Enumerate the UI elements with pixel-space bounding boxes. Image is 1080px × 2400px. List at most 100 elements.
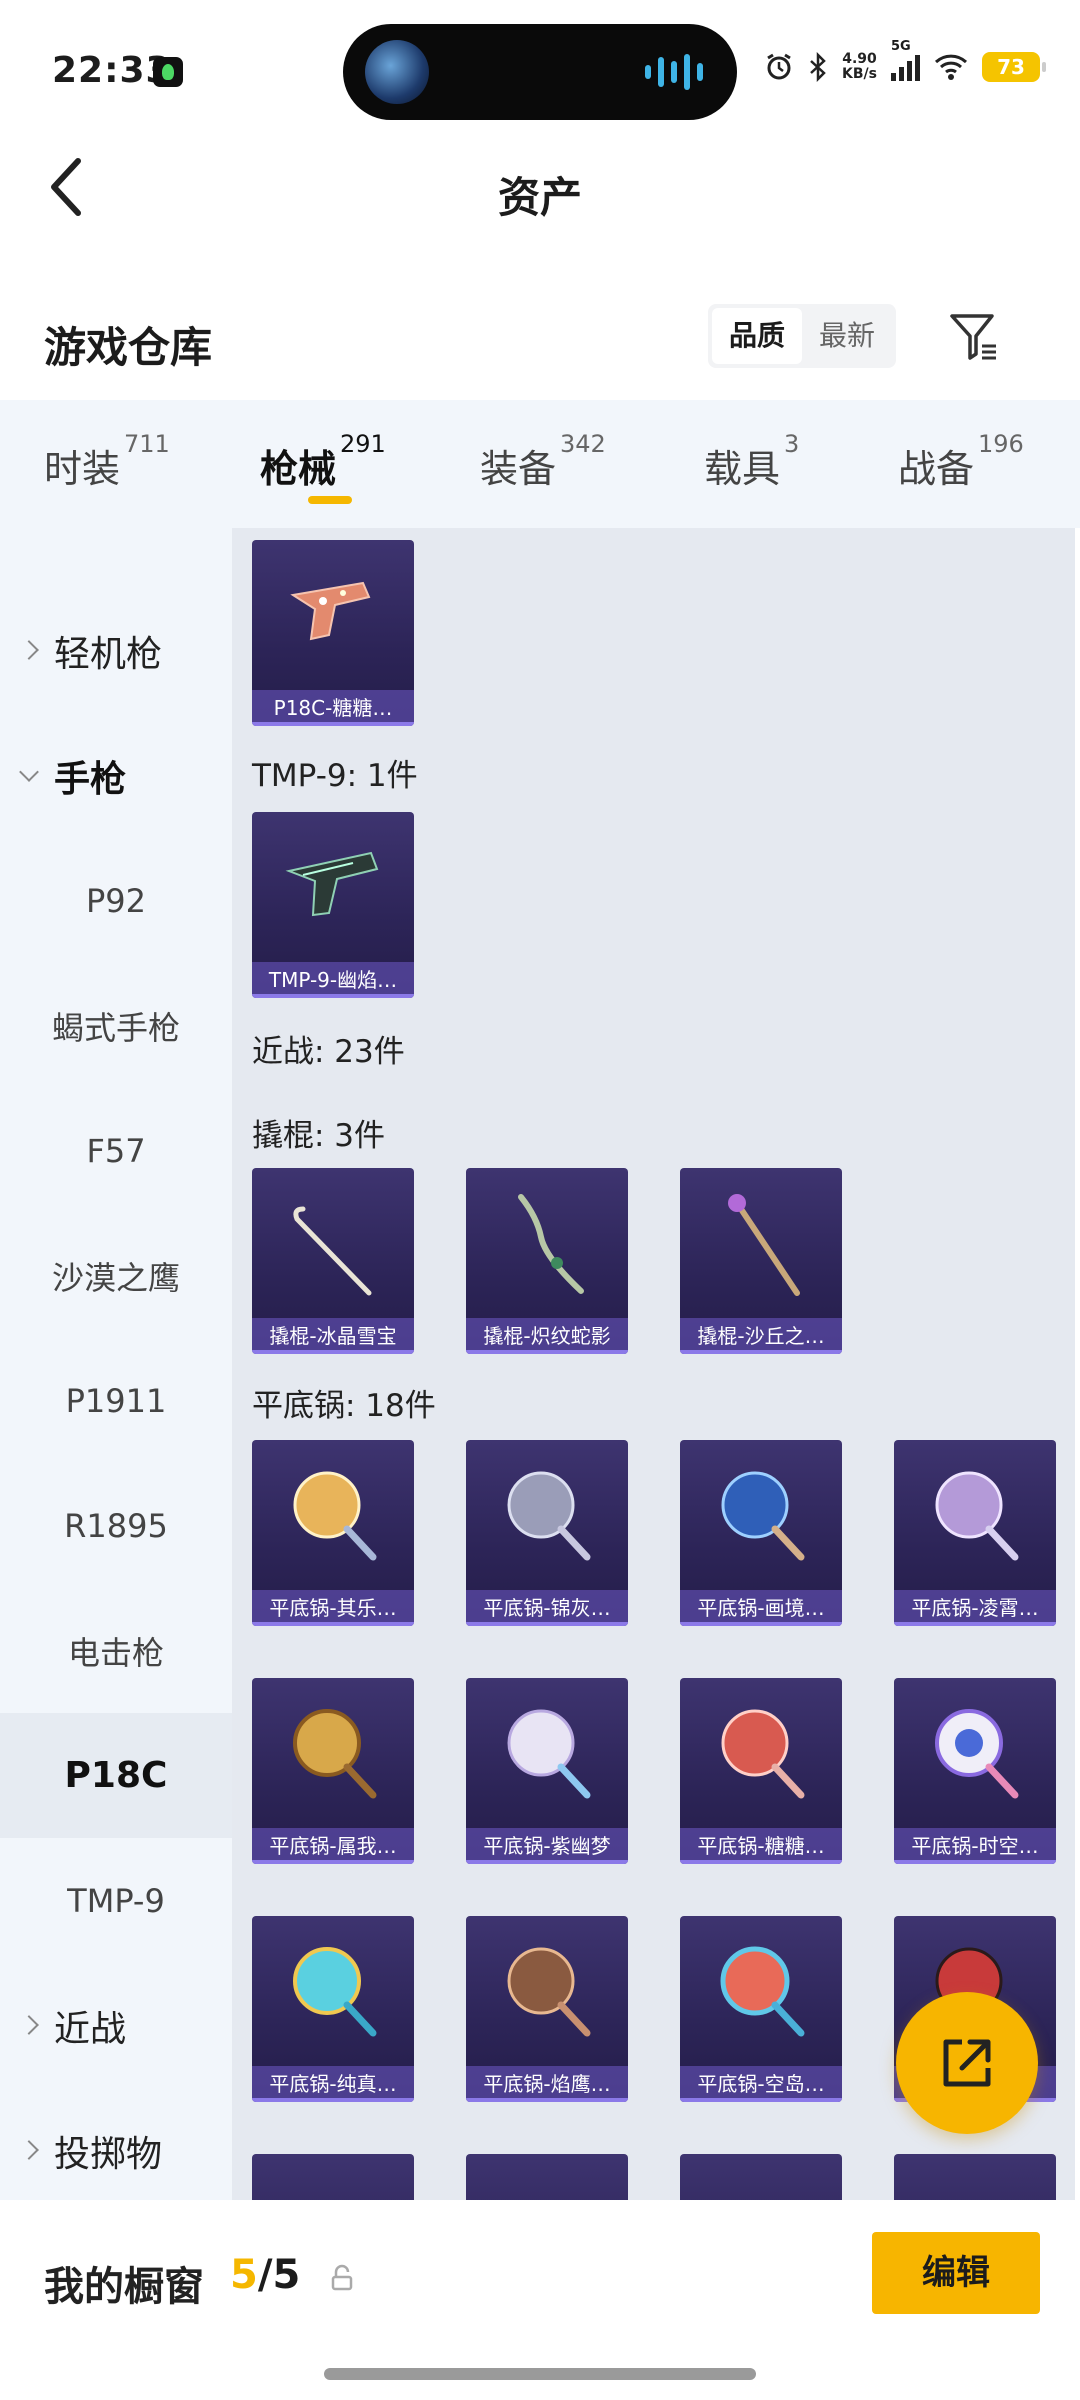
item-card[interactable]: [252, 2154, 414, 2200]
home-indicator[interactable]: [324, 2368, 756, 2380]
group-heading: 撬棍: 3件: [252, 1118, 386, 1154]
sidebar-item-tmp9[interactable]: TMP-9: [0, 1838, 232, 1963]
sidebar-item-p1911[interactable]: P1911: [0, 1338, 232, 1463]
item-card-label: P18C-糖糖…: [252, 690, 414, 726]
item-card-label: 平底锅-凌霄…: [894, 1590, 1056, 1626]
tab-fashion[interactable]: 时装711: [44, 400, 170, 493]
item-card-label: 平底锅-纯真…: [252, 2066, 414, 2102]
edit-button[interactable]: 编辑: [872, 2232, 1040, 2314]
item-card-label: 平底锅-紫幽梦: [466, 1828, 628, 1864]
item-card[interactable]: 撬棍-炽纹蛇影: [466, 1168, 628, 1354]
wifi-icon: [934, 54, 968, 80]
sidebar-item-melee[interactable]: 近战: [0, 1963, 232, 2088]
item-card-label: 平底锅-其乐…: [252, 1590, 414, 1626]
pan-skin-icon: [680, 1678, 842, 1828]
sidebar-item-p92[interactable]: P92: [0, 838, 232, 963]
item-card[interactable]: 平底锅-时空…: [894, 1678, 1056, 1864]
share-button[interactable]: [896, 1992, 1038, 2134]
signal-icon: 5G: [891, 39, 920, 81]
sort-by-quality[interactable]: 品质: [712, 308, 802, 364]
showcase-bar: 我的橱窗 5/5 编辑: [0, 2200, 1080, 2400]
music-app-icon: [153, 57, 183, 87]
item-card-label: 撬棍-炽纹蛇影: [466, 1318, 628, 1354]
showcase-count: 5/5: [230, 2252, 301, 2298]
dynamic-island[interactable]: [343, 24, 737, 120]
pan-skin-icon: [252, 1440, 414, 1590]
audio-wave-icon: [645, 54, 703, 90]
sidebar-item-deagle[interactable]: 沙漠之鹰: [0, 1213, 232, 1338]
sidebar-item-lmg[interactable]: 轻机枪: [0, 588, 232, 713]
battery-icon: 73: [982, 52, 1046, 82]
item-card[interactable]: 平底锅-属我…: [252, 1678, 414, 1864]
sidebar-item-p18c[interactable]: P18C: [0, 1713, 232, 1838]
item-card[interactable]: 平底锅-凌霄…: [894, 1440, 1056, 1626]
item-card-label: 平底锅-锦灰…: [466, 1590, 628, 1626]
bluetooth-icon: [810, 52, 826, 82]
pistol-skin-icon: [252, 540, 414, 690]
tab-supplies[interactable]: 战备196: [898, 400, 1024, 493]
item-card[interactable]: 撬棍-沙丘之…: [680, 1168, 842, 1354]
status-bar: 22:33 4.90 KB/s 5G 73: [0, 0, 1080, 140]
section-title: 游戏仓库: [44, 323, 213, 372]
sort-by-newest[interactable]: 最新: [802, 308, 892, 364]
category-tabs: 时装711 枪械291 装备342 载具3 战备196: [0, 400, 1080, 528]
tab-active-indicator: [308, 496, 352, 504]
page-title: 资产: [497, 173, 582, 222]
item-card-label: TMP-9-幽焰…: [252, 962, 414, 998]
pan-skin-icon: [466, 2154, 628, 2200]
pan-skin-icon: [252, 1678, 414, 1828]
showcase-label: 我的橱窗: [44, 2264, 204, 2310]
sort-toggle: 品质 最新: [708, 304, 896, 368]
pan-skin-icon: [894, 1440, 1056, 1590]
sidebar-item-f57[interactable]: F57: [0, 1088, 232, 1213]
tab-equipment[interactable]: 装备342: [480, 400, 606, 493]
item-card[interactable]: 撬棍-冰晶雪宝: [252, 1168, 414, 1354]
item-card[interactable]: 平底锅-画境…: [680, 1440, 842, 1626]
chevron-right-icon: [19, 639, 39, 660]
sidebar-item-scorpion[interactable]: 蝎式手枪: [0, 963, 232, 1088]
item-card-label: 平底锅-糖糖…: [680, 1828, 842, 1864]
item-card[interactable]: 平底锅-紫幽梦: [466, 1678, 628, 1864]
chevron-right-icon: [19, 2014, 39, 2035]
tab-vehicles[interactable]: 载具3: [704, 400, 799, 493]
alarm-icon: [767, 53, 791, 80]
item-card[interactable]: [466, 2154, 628, 2200]
item-card[interactable]: 平底锅-空岛…: [680, 1916, 842, 2102]
group-heading: TMP-9: 1件: [252, 758, 418, 794]
item-card[interactable]: 平底锅-其乐…: [252, 1440, 414, 1626]
item-card-label: 平底锅-属我…: [252, 1828, 414, 1864]
item-card-label: 平底锅-时空…: [894, 1828, 1056, 1864]
item-card-label: 撬棍-冰晶雪宝: [252, 1318, 414, 1354]
item-card-label: 平底锅-空岛…: [680, 2066, 842, 2102]
chevron-down-icon: [19, 761, 39, 782]
app-header: 资产: [0, 140, 1080, 240]
item-card[interactable]: P18C-糖糖…: [252, 540, 414, 726]
pan-skin-icon: [252, 2154, 414, 2200]
pan-skin-icon: [466, 1916, 628, 2066]
sidebar-item-throwables[interactable]: 投掷物: [0, 2088, 232, 2200]
chevron-right-icon: [19, 2139, 39, 2160]
pan-skin-icon: [894, 2154, 1056, 2200]
filter-button[interactable]: [946, 308, 1002, 364]
pan-skin-icon: [252, 1916, 414, 2066]
net-speed: 4.90 KB/s: [842, 51, 877, 82]
filter-icon: [950, 314, 996, 360]
album-art-icon: [365, 40, 429, 104]
sidebar-item-pistol[interactable]: 手枪: [0, 713, 232, 838]
lock-icon: [331, 2264, 353, 2291]
item-card[interactable]: [894, 2154, 1056, 2200]
item-card[interactable]: 平底锅-焰鹰…: [466, 1916, 628, 2102]
item-card[interactable]: 平底锅-锦灰…: [466, 1440, 628, 1626]
pan-skin-icon: [680, 1916, 842, 2066]
crowbar-skin-icon: [466, 1168, 628, 1318]
item-card[interactable]: TMP-9-幽焰…: [252, 812, 414, 998]
item-card[interactable]: [680, 2154, 842, 2200]
item-card[interactable]: 平底锅-纯真…: [252, 1916, 414, 2102]
tab-firearms[interactable]: 枪械291: [260, 400, 386, 504]
sidebar-item-stun-gun[interactable]: 电击枪: [0, 1588, 232, 1713]
group-heading: 近战: 23件: [252, 1034, 405, 1070]
item-card[interactable]: 平底锅-糖糖…: [680, 1678, 842, 1864]
crowbar-skin-icon: [680, 1168, 842, 1318]
sidebar-item-r1895[interactable]: R1895: [0, 1463, 232, 1588]
pan-skin-icon: [680, 2154, 842, 2200]
